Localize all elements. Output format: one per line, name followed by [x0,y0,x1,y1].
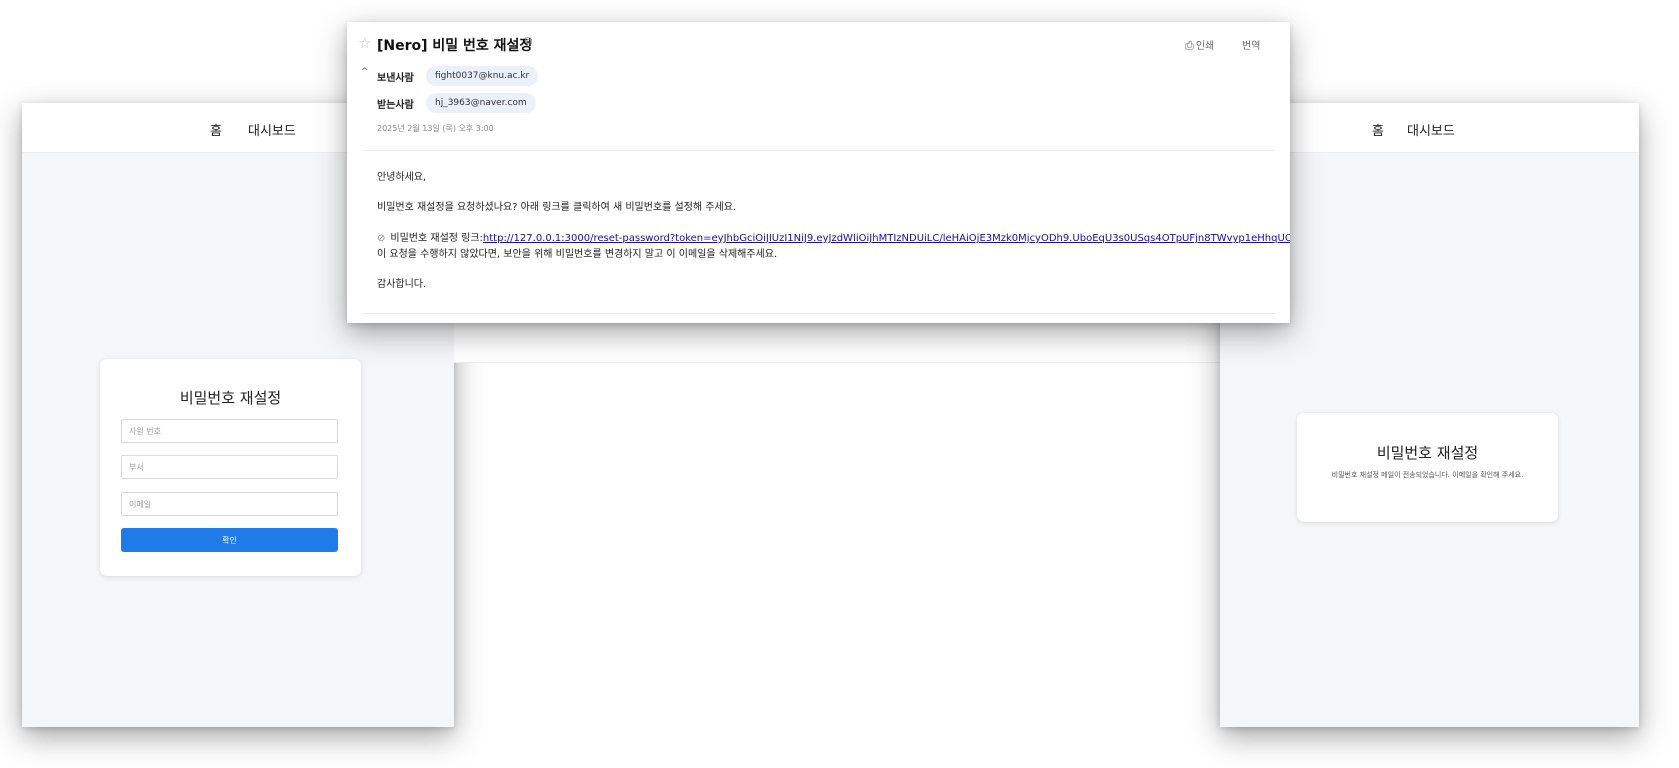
screenshot-stage: 홈 대시보드 비밀번호 재설정 확인 홈 대시보드 비밀번호 재설정 비밀번호 … [0,0,1679,768]
email-view: ☆ [Nero] 비밀 번호 재설정 ⧉ ⎙ 인쇄 번역 ^ 보낸사람 fight… [347,22,1290,323]
reset-link-label: 비밀번호 재설정 링크: [390,233,483,244]
footer-divider [362,313,1275,314]
translate-button[interactable]: 번역 [1242,37,1260,52]
card-message: 비밀번호 재설정 메일이 전송되었습니다. 이메일을 확인해 주세요. [1331,471,1524,479]
email-warning: 이 요청을 수행하지 않았다면, 보안을 위해 비밀번호를 변경하지 말고 이 … [377,249,778,260]
sender-label: 보낸사람 [377,73,414,84]
nav-dashboard-link[interactable]: 대시보드 [1407,120,1455,139]
header-divider [362,150,1275,151]
link-icon: ⊘ [377,233,386,244]
employee-id-input[interactable] [121,419,338,443]
card-title: 비밀번호 재설정 [1376,444,1479,462]
print-label: 인쇄 [1195,41,1215,52]
print-icon: ⎙ [1185,39,1194,52]
chevron-up-icon[interactable]: ^ [361,67,369,77]
reset-link-row: ⊘ 비밀번호 재설정 링크:http://127.0.0.1:3000/reset… [377,229,1290,244]
sender-chip[interactable]: fight0037@knu.ac.kr [426,66,539,86]
star-icon[interactable]: ☆ [358,34,371,52]
confirm-button[interactable]: 확인 [121,528,338,552]
form-title: 비밀번호 재설정 [179,389,282,407]
nav-home-link[interactable]: 홈 [1372,120,1384,139]
recipient-chip[interactable]: hj_3963@naver.com [426,93,536,113]
nav-home-link[interactable]: 홈 [210,120,222,139]
reset-password-form: 비밀번호 재설정 확인 [100,359,361,576]
reset-sent-card: 비밀번호 재설정 비밀번호 재설정 메일이 전송되었습니다. 이메일을 확인해 … [1297,413,1558,522]
print-button[interactable]: ⎙ 인쇄 [1185,37,1214,53]
email-input[interactable] [121,492,338,516]
email-date: 2025년 2월 13일 (목) 오후 3:00 [377,124,494,133]
email-greeting: 안녕하세요, [377,172,427,183]
email-subject: [Nero] 비밀 번호 재설정 [377,38,533,54]
email-thanks: 감사합니다. [377,279,427,290]
recipient-label: 받는사람 [377,100,414,111]
department-input[interactable] [121,455,338,479]
email-request-text: 비밀번호 재설정을 요청하셨나요? 아래 링크를 클릭하여 새 비밀번호를 설정… [377,202,737,213]
reset-password-link[interactable]: http://127.0.0.1:3000/reset-password?tok… [483,233,1290,244]
popout-icon[interactable]: ⧉ [525,36,532,47]
nav-dashboard-link[interactable]: 대시보드 [248,120,296,139]
